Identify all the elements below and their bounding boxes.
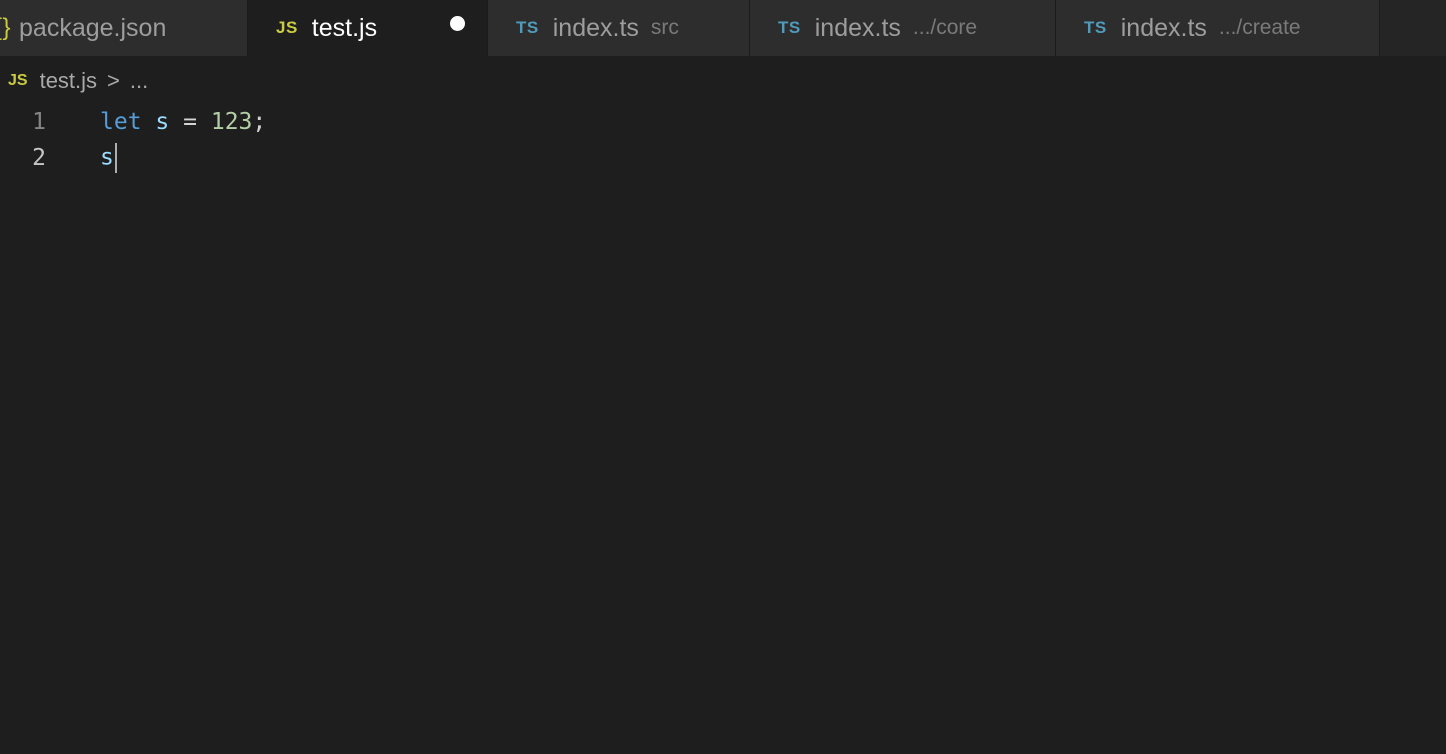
tab-bar-empty-space[interactable] [1380,0,1446,56]
tab-label: package.json [19,13,167,42]
editor-tab-bar: {} package.json JS test.js TS index.ts s… [0,0,1446,56]
number-token: 123 [210,109,253,135]
code-line[interactable]: 1 let s = 123; [0,104,1446,140]
tab-test-js[interactable]: JS test.js [248,0,488,56]
tab-package-json[interactable]: {} package.json [0,0,248,56]
breadcrumb-file[interactable]: test.js [40,68,97,94]
code-text: let s = 123; [100,109,266,135]
json-icon: {} [0,14,12,41]
chevron-right-icon: > [107,68,120,93]
tab-description: .../core [912,16,978,39]
operator-token: = [183,109,197,135]
code-text: s [100,143,117,173]
js-icon: JS [8,72,28,89]
text-cursor [114,143,117,173]
line-number: 1 [32,109,46,135]
tab-label: test.js [311,13,378,42]
ts-icon: TS [516,18,539,37]
variable-token: s [155,109,170,135]
tab-description: .../create [1218,16,1301,39]
tab-label: index.ts [1120,13,1207,42]
code-editor[interactable]: 1 let s = 123; 2 s [0,104,1446,754]
tab-index-ts-create[interactable]: TS index.ts .../create [1056,0,1380,56]
tab-label: index.ts [552,13,639,42]
ts-icon: TS [1084,18,1107,37]
breadcrumb: JS test.js > ... [0,56,1446,106]
punctuation-token: ; [252,109,267,135]
tab-label: index.ts [814,13,901,42]
ts-icon: TS [778,18,801,37]
line-number: 2 [32,145,46,171]
js-icon: JS [276,18,298,37]
unsaved-dot-icon[interactable] [450,16,465,31]
tab-description: src [650,16,679,39]
breadcrumb-more[interactable]: ... [130,68,148,94]
variable-token: s [100,144,114,171]
tab-index-ts-src[interactable]: TS index.ts src [488,0,750,56]
tab-index-ts-core[interactable]: TS index.ts .../core [750,0,1056,56]
code-line[interactable]: 2 s [0,140,1446,176]
keyword-token: let [100,109,142,135]
